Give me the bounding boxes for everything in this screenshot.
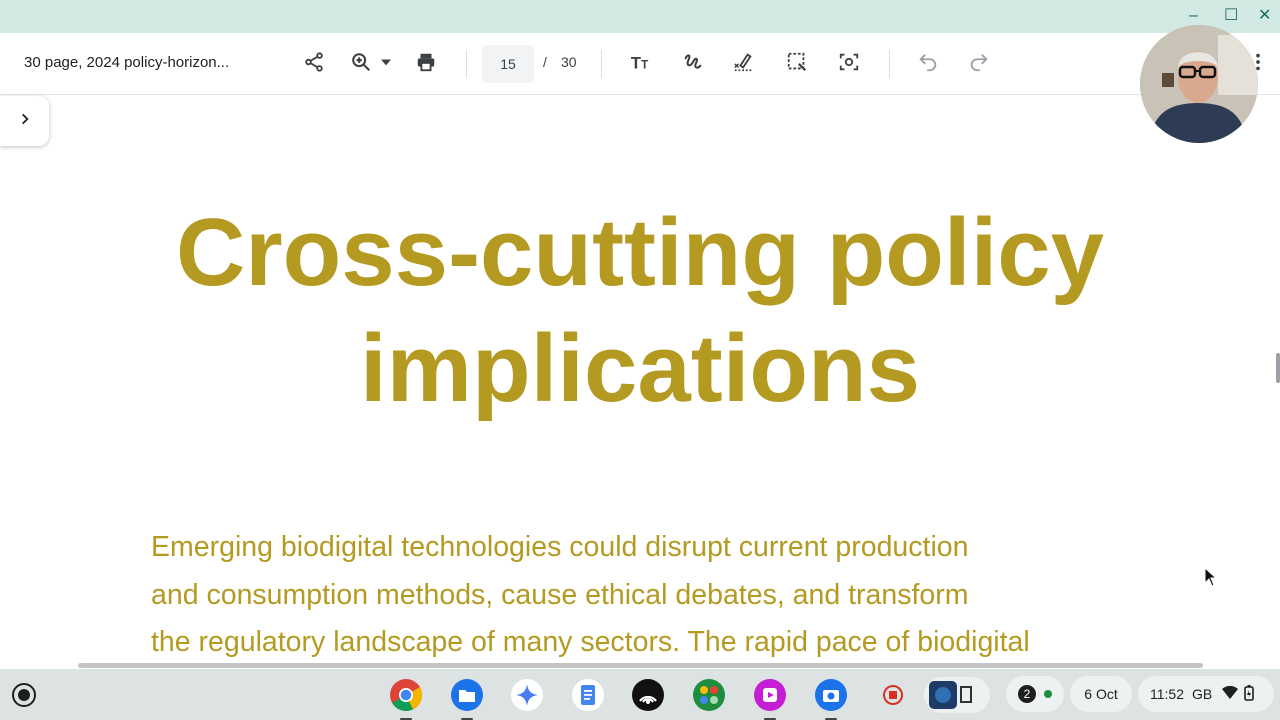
camera-icon[interactable] bbox=[813, 677, 849, 720]
wifi-icon bbox=[1222, 685, 1239, 703]
battery-icon bbox=[1244, 684, 1255, 704]
files-icon[interactable] bbox=[449, 677, 485, 720]
redo-icon[interactable] bbox=[967, 50, 991, 74]
paragraph-line: Emerging biodigital technologies could d… bbox=[151, 531, 969, 563]
gemini-icon[interactable] bbox=[509, 677, 545, 713]
page-number-input[interactable]: 15 bbox=[482, 45, 534, 83]
toolbar-divider bbox=[889, 50, 890, 78]
page-separator: / bbox=[543, 54, 547, 70]
clock-label: 11:52 bbox=[1150, 686, 1184, 702]
paragraph-line: the regulatory landscape of many sectors… bbox=[151, 626, 1030, 658]
vertical-scrollbar[interactable] bbox=[1276, 353, 1280, 383]
docs-icon[interactable] bbox=[570, 677, 606, 713]
text-icon[interactable]: TT bbox=[629, 50, 653, 74]
app-grid-icon[interactable] bbox=[691, 677, 727, 713]
page-total: 30 bbox=[561, 54, 577, 70]
toolbar-divider bbox=[466, 50, 467, 78]
podcast-icon[interactable] bbox=[630, 677, 666, 713]
pdf-toolbar: 30 page, 2024 policy-horizon... 15 / 30 … bbox=[0, 33, 1280, 95]
draw-icon[interactable] bbox=[681, 50, 705, 74]
print-icon[interactable] bbox=[414, 50, 438, 74]
body-paragraph: Emerging biodigital technologies could d… bbox=[151, 524, 1141, 665]
system-shelf: 2 6 Oct 11:52 GB bbox=[0, 669, 1280, 720]
share-icon[interactable] bbox=[302, 50, 326, 74]
locale-label: GB bbox=[1192, 686, 1213, 702]
mouse-cursor-icon bbox=[1204, 566, 1218, 592]
status-dot-icon bbox=[1044, 690, 1052, 698]
undo-icon[interactable] bbox=[916, 50, 940, 74]
date-label: 6 Oct bbox=[1084, 686, 1118, 702]
heading-line: Cross-cutting policy bbox=[175, 199, 1105, 306]
zoom-in-icon[interactable] bbox=[349, 50, 373, 74]
screencast-icon[interactable] bbox=[752, 677, 788, 720]
launcher-icon[interactable] bbox=[11, 682, 37, 708]
select-area-icon[interactable] bbox=[785, 50, 809, 74]
chrome-icon[interactable] bbox=[388, 677, 424, 720]
heading-line: implications bbox=[359, 315, 921, 422]
pdf-page-view: Cross-cutting policy implications Emergi… bbox=[0, 95, 1280, 665]
signature-icon[interactable] bbox=[732, 50, 756, 74]
chevron-right-icon bbox=[18, 112, 32, 131]
minimize-icon[interactable]: – bbox=[1189, 6, 1198, 26]
status-tray[interactable]: 11:52 GB bbox=[1138, 676, 1274, 712]
sidebar-toggle-button[interactable] bbox=[0, 96, 49, 146]
dropdown-arrow-icon[interactable] bbox=[376, 50, 396, 74]
notification-tray[interactable]: 2 bbox=[1006, 676, 1064, 712]
window-title-bar: – ☐ ✕ bbox=[0, 0, 1280, 33]
toolbar-divider bbox=[601, 50, 602, 78]
webcam-overlay bbox=[1140, 25, 1258, 143]
maximize-icon[interactable]: ☐ bbox=[1224, 6, 1238, 26]
notification-count: 2 bbox=[1018, 685, 1036, 703]
pinned-app-icon[interactable] bbox=[924, 677, 990, 713]
document-title: 30 page, 2024 policy-horizon... bbox=[24, 54, 230, 71]
horizontal-scrollbar[interactable] bbox=[78, 663, 1203, 668]
page-heading: Cross-cutting policy implications bbox=[0, 195, 1280, 427]
screenshot-lens-icon[interactable] bbox=[837, 50, 861, 74]
svg-text:T: T bbox=[631, 54, 641, 72]
close-icon[interactable]: ✕ bbox=[1258, 6, 1271, 26]
svg-text:T: T bbox=[641, 57, 649, 71]
record-icon[interactable] bbox=[875, 677, 911, 713]
paragraph-line: and consumption methods, cause ethical d… bbox=[151, 578, 969, 611]
date-tray[interactable]: 6 Oct bbox=[1070, 676, 1132, 712]
